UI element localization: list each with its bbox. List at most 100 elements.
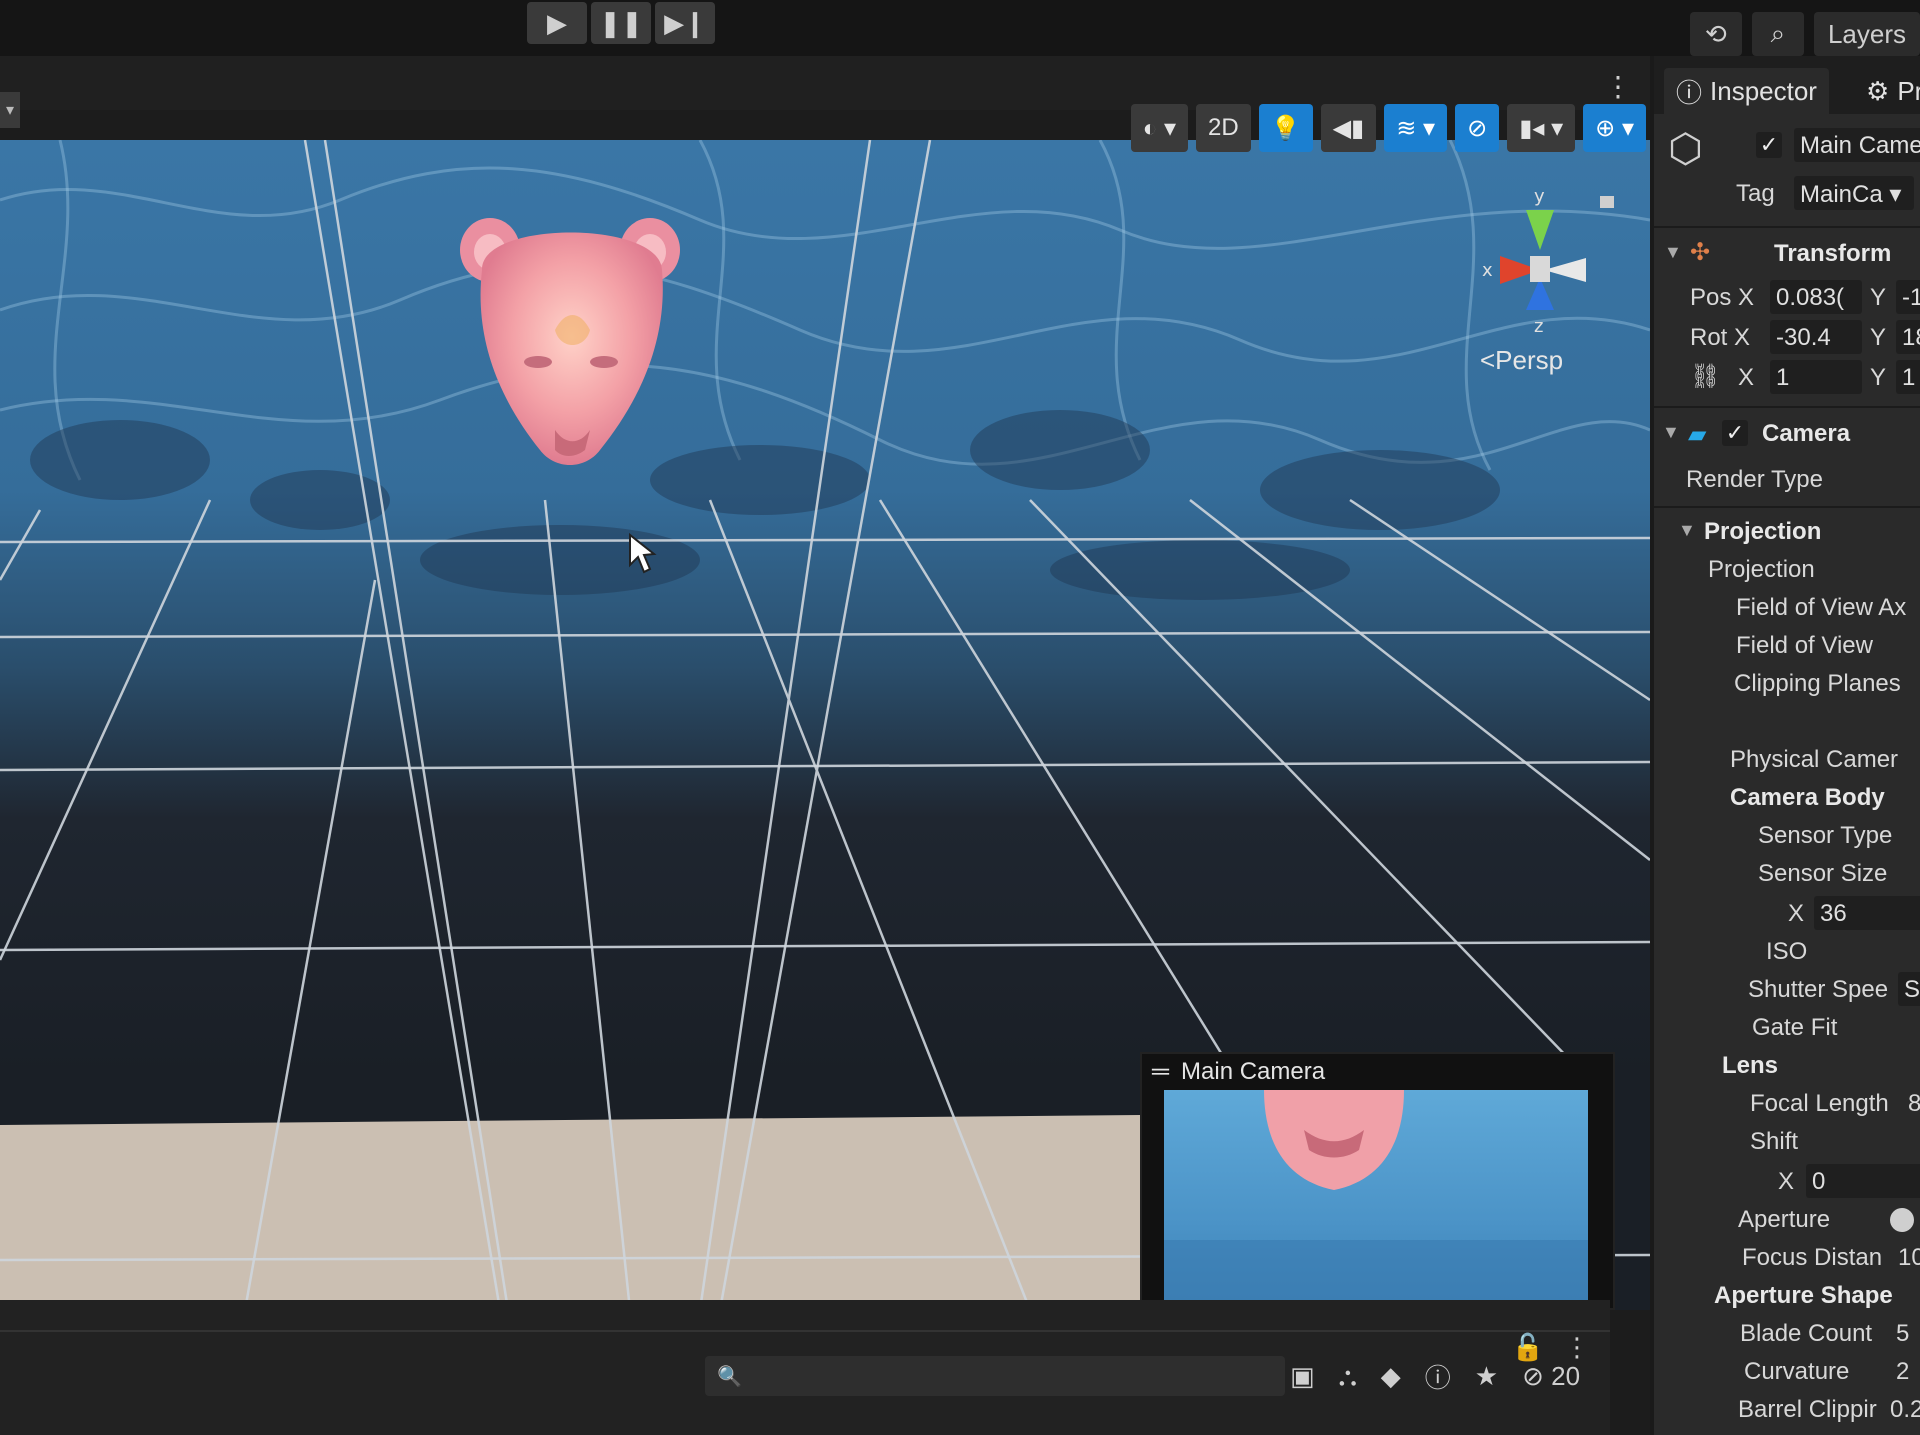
sensor-type-row[interactable]: Sensor Type — [1654, 820, 1920, 854]
position-y-field[interactable]: -1 — [1896, 280, 1920, 314]
constrain-proportions-icon[interactable]: ⛓ — [1690, 362, 1720, 391]
collapse-arrow-icon: ▼ — [1678, 520, 1696, 540]
object-name-field[interactable]: Main Came — [1794, 128, 1920, 162]
search-icon: 🔍 — [717, 1366, 742, 1388]
focus-distance-value[interactable]: 10 — [1898, 1244, 1920, 1272]
tag-row: Tag MainCa ▾ — [1654, 174, 1920, 214]
camera-header[interactable]: ▼ ▰ ✓ Camera — [1654, 414, 1920, 454]
sensor-x-field[interactable]: 36 — [1814, 896, 1920, 930]
sensor-size-label: Sensor Size — [1758, 860, 1888, 887]
projection-toggle[interactable]: <Persp — [1480, 345, 1563, 376]
sensor-size-row: Sensor Size — [1654, 858, 1920, 892]
render-type-row[interactable]: Render Type — [1654, 462, 1920, 498]
lock-icon[interactable] — [1600, 196, 1614, 208]
shutter-unit-dropdown[interactable]: Sc — [1898, 972, 1920, 1006]
fov-axis-row[interactable]: Field of View Ax — [1654, 592, 1920, 626]
rotation-y-field[interactable]: 18 — [1896, 320, 1920, 354]
history-button[interactable]: ⟲ — [1689, 12, 1742, 56]
iso-row[interactable]: ISO — [1654, 936, 1920, 970]
pause-button[interactable]: ❚❚ — [591, 2, 651, 44]
scale-x-field[interactable]: 1 — [1770, 360, 1862, 394]
camera-enabled-checkbox[interactable]: ✓ — [1722, 420, 1748, 446]
gizmos-dropdown[interactable]: ⊕ ▾ — [1583, 104, 1646, 152]
divider — [1654, 406, 1920, 408]
neg-x-axis-cone[interactable] — [1544, 258, 1586, 282]
sensor-size-x-row: X 36 — [1654, 896, 1920, 932]
blade-count-value[interactable]: 5 — [1896, 1320, 1909, 1348]
visibility-icon: ⊘ — [1522, 1361, 1544, 1391]
pause-icon: ❚❚ — [599, 7, 643, 38]
layers-dropdown[interactable]: Layers — [1813, 12, 1920, 56]
shift-x-field[interactable]: 0 — [1806, 1164, 1920, 1198]
effects-dropdown[interactable]: ≋ ▾ — [1384, 104, 1448, 152]
play-icon: ▶ — [547, 7, 567, 38]
fov-row[interactable]: Field of View — [1654, 630, 1920, 664]
info-icon[interactable]: ⓘ — [1425, 1358, 1451, 1395]
rotation-label: Rot X — [1690, 324, 1751, 351]
scale-y-field[interactable]: 1 — [1896, 360, 1920, 394]
label-icon[interactable]: ◆ — [1381, 1361, 1401, 1392]
create-asset-icon[interactable]: ▣ — [1290, 1361, 1315, 1392]
step-button[interactable]: ▶❙ — [655, 2, 715, 44]
aperture-label: Aperture — [1738, 1206, 1831, 1233]
physical-camera-label: Physical Camer — [1730, 746, 1899, 773]
z-axis-cone[interactable] — [1526, 278, 1554, 310]
projection-header: Projection — [1704, 518, 1822, 545]
physical-camera-row[interactable]: Physical Camer — [1654, 744, 1920, 778]
audio-toggle-button[interactable]: ◀▮ — [1320, 104, 1377, 152]
clipping-planes-row[interactable]: Clipping Planes — [1654, 668, 1920, 702]
camera-preview-header[interactable]: ═ Main Camera — [1142, 1054, 1613, 1090]
projection-foldout[interactable]: ▼ Projection — [1654, 514, 1920, 550]
focal-length-value[interactable]: 8 — [1908, 1090, 1920, 1118]
layers-label: Layers — [1827, 18, 1906, 49]
gate-fit-row[interactable]: Gate Fit — [1654, 1012, 1920, 1046]
lighting-icon: 💡 — [1270, 114, 1301, 142]
gate-fit-label: Gate Fit — [1752, 1014, 1838, 1041]
top-toolbar: ▶ ❚❚ ▶❙ ⟲ ⌕ Layers — [0, 0, 1920, 56]
favorite-icon[interactable]: ★ — [1475, 1361, 1498, 1392]
drag-handle-icon[interactable]: ═ — [1152, 1058, 1169, 1086]
audio-icon: ◀▮ — [1332, 114, 1365, 142]
gameobject-cube-icon[interactable]: ⬡ — [1668, 126, 1703, 172]
more-icon: ⋮ — [1604, 71, 1632, 102]
position-row: Pos X 0.083( Y -1 — [1654, 278, 1920, 318]
play-button[interactable]: ▶ — [527, 2, 587, 44]
sensor-x-label: X — [1788, 900, 1805, 927]
tag-dropdown[interactable]: MainCa ▾ — [1794, 176, 1914, 210]
hidden-packages-toggle[interactable]: ⊘ 20 — [1522, 1361, 1580, 1392]
tab-inspector[interactable]: ⓘ Inspector — [1664, 68, 1829, 114]
filter-type-icon[interactable]: ⛬ — [1339, 1361, 1357, 1393]
tab-project-settings[interactable]: ⚙ Pr — [1854, 68, 1920, 114]
curvature-value[interactable]: 2 — [1896, 1358, 1909, 1386]
projection-row[interactable]: Projection — [1654, 554, 1920, 588]
transform-header[interactable]: ▼ ✣ Transform — [1654, 234, 1920, 274]
aperture-slider-handle[interactable] — [1890, 1208, 1914, 1232]
y-axis-cone[interactable] — [1526, 210, 1554, 250]
camera-settings-icon: ▮◂ ▾ — [1519, 114, 1564, 142]
camera-settings-dropdown[interactable]: ▮◂ ▾ — [1507, 104, 1576, 152]
shading-mode-dropdown[interactable]: ◐ ▾ — [1130, 104, 1189, 152]
search-input[interactable]: 🔍 — [705, 1356, 1285, 1396]
bottom-panel: 🔓 ⋮ 🔍 ▣ ⛬ ◆ ⓘ ★ ⊘ 20 — [0, 1300, 1610, 1435]
active-checkbox[interactable]: ✓ — [1756, 132, 1782, 158]
leopard-head-model[interactable] — [460, 218, 680, 465]
orientation-gizmo[interactable]: y x z — [1440, 170, 1640, 370]
visibility-toggle-button[interactable]: ⊘ — [1455, 104, 1500, 152]
scene-tab-row: ▾ ⋮ — [0, 56, 1650, 128]
search-button[interactable]: ⌕ — [1751, 12, 1804, 56]
info-icon: ⓘ — [1676, 77, 1703, 108]
barrel-clipping-value[interactable]: 0.2 — [1890, 1396, 1920, 1424]
2d-toggle-button[interactable]: 2D — [1196, 104, 1251, 152]
lighting-toggle-button[interactable]: 💡 — [1258, 104, 1313, 152]
lens-header: Lens — [1654, 1050, 1920, 1084]
gizmo-center-cube[interactable] — [1530, 256, 1550, 282]
hidden-count: 20 — [1551, 1361, 1581, 1391]
position-x-field[interactable]: 0.083( — [1770, 280, 1862, 314]
camera-preview-overlay[interactable]: ═ Main Camera — [1140, 1052, 1615, 1312]
rotation-x-field[interactable]: -30.4 — [1770, 320, 1862, 354]
scene-menu-button[interactable]: ⋮ — [1604, 70, 1632, 103]
divider — [1654, 506, 1920, 508]
iso-label: ISO — [1766, 938, 1808, 965]
camera-body-header: Camera Body — [1654, 782, 1920, 816]
scene-toolbar: ◐ ▾ 2D 💡 ◀▮ ≋ ▾ ⊘ ▮◂ ▾ ⊕ ▾ — [0, 104, 1650, 152]
